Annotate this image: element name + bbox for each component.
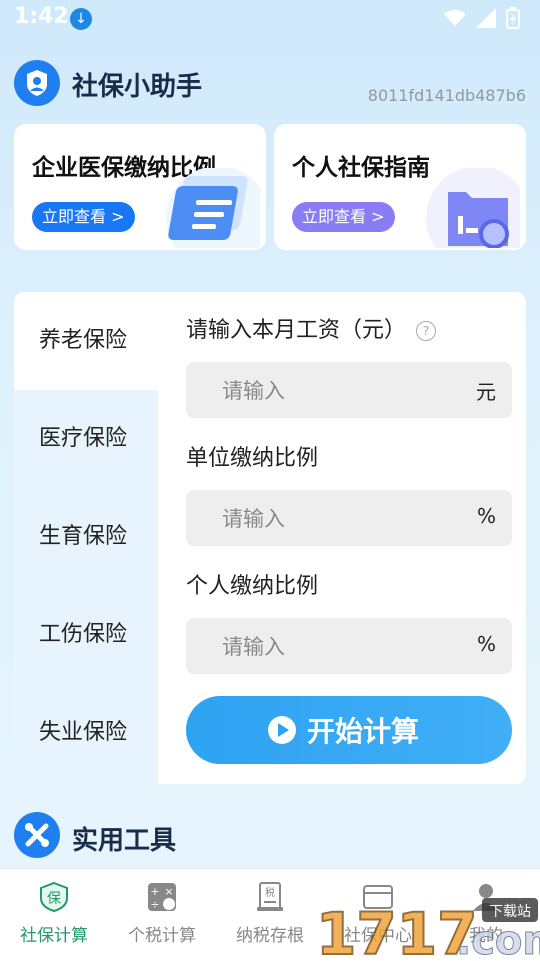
tab-work-injury[interactable]: 工伤保险: [14, 586, 158, 684]
app-title: 社保小助手: [72, 72, 203, 102]
salary-field: 元: [186, 362, 512, 420]
signal-icon: [476, 8, 496, 28]
nav-label: 个税计算: [128, 926, 196, 946]
salary-label: 请输入本月工资（元）?: [186, 312, 437, 344]
wifi-icon: [444, 10, 466, 26]
nav-label: 社保计算: [20, 926, 88, 946]
company-ratio-field: %: [186, 490, 512, 548]
company-ratio-input[interactable]: [220, 490, 454, 548]
unit-label: %: [476, 504, 496, 528]
insurance-tabs: 养老保险 医疗保险 生育保险 工伤保险 失业保险: [14, 292, 158, 784]
personal-ratio-input[interactable]: [220, 618, 454, 676]
start-calculation-button[interactable]: 开始计算: [186, 696, 512, 764]
personal-ratio-label: 个人缴纳比例: [186, 574, 319, 599]
company-ratio-label: 单位缴纳比例: [186, 446, 319, 471]
svg-text:保: 保: [47, 891, 61, 907]
play-icon: [268, 716, 296, 744]
tools-title: 实用工具: [72, 826, 177, 856]
device-id: 8011fd141db487b6: [367, 86, 526, 105]
svg-text:下载站: 下载站: [489, 904, 531, 920]
nav-tax-receipt[interactable]: 税 纳税存根: [216, 869, 324, 961]
document-illustration-icon: [166, 168, 260, 248]
unit-label: 元: [476, 380, 496, 404]
svg-text:1717: 1717: [316, 900, 477, 960]
start-button-label: 开始计算: [307, 715, 420, 748]
svg-text:×: ×: [164, 885, 173, 898]
status-bar: 1:42 ↓: [0, 0, 540, 36]
promo-card-personal-guide[interactable]: 个人社保指南 立即查看 >: [274, 124, 526, 250]
view-now-button[interactable]: 立即查看 >: [32, 202, 135, 232]
insurance-calculator-card: 养老保险 医疗保险 生育保险 工伤保险 失业保险 请输入本月工资（元）? 元 单…: [14, 292, 526, 784]
svg-text:税: 税: [265, 886, 275, 899]
svg-text:÷: ÷: [150, 898, 159, 911]
tools-section-header: 实用工具: [14, 812, 414, 860]
shield-bao-icon: 保: [40, 881, 68, 913]
help-icon[interactable]: ?: [416, 321, 437, 341]
status-icons: [444, 6, 520, 30]
svg-text:.com: .com: [456, 918, 540, 960]
promo-card-company-medical[interactable]: 企业医保缴纳比例 立即查看 >: [14, 124, 266, 250]
calculator-icon: + × ÷: [148, 883, 176, 911]
svg-text:+: +: [150, 885, 159, 898]
nav-label: 纳税存根: [236, 926, 304, 946]
tab-unemployment[interactable]: 失业保险: [14, 684, 158, 782]
unit-label: %: [476, 632, 496, 656]
tab-maternity[interactable]: 生育保险: [14, 488, 158, 586]
folder-search-illustration-icon: [426, 168, 520, 248]
tab-pension[interactable]: 养老保险: [14, 292, 158, 390]
tab-medical[interactable]: 医疗保险: [14, 390, 158, 488]
view-now-button[interactable]: 立即查看 >: [292, 202, 395, 232]
status-time: 1:42: [14, 4, 69, 29]
battery-icon: [506, 7, 520, 29]
download-icon: ↓: [70, 8, 92, 30]
nav-tax-calc[interactable]: + × ÷ 个税计算: [108, 869, 216, 961]
nav-social-calc[interactable]: 保 社保计算: [0, 869, 108, 961]
salary-input[interactable]: [220, 362, 454, 420]
tools-icon: [14, 812, 60, 858]
tax-receipt-icon: 税: [257, 882, 283, 911]
app-header: 社保小助手 8011fd141db487b6: [14, 58, 526, 106]
shield-user-icon: [14, 60, 60, 106]
watermark-logo: 1717 .com 下载站: [316, 898, 540, 960]
personal-ratio-field: %: [186, 618, 512, 676]
